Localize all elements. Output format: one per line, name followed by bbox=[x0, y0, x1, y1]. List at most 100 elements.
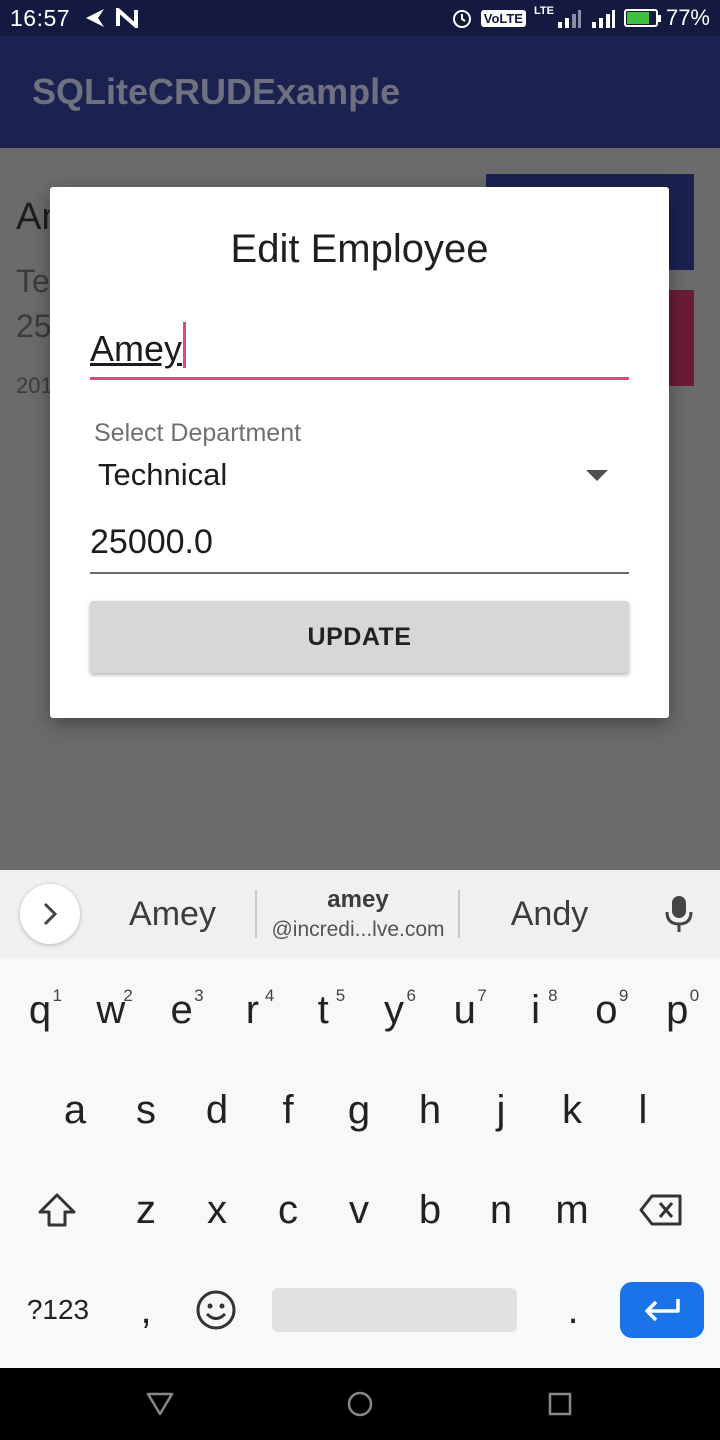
emoji-key[interactable] bbox=[186, 1270, 246, 1350]
key-j[interactable]: j bbox=[471, 1070, 531, 1150]
key-q[interactable]: q1 bbox=[10, 970, 70, 1050]
name-input-value: Amey bbox=[90, 328, 183, 369]
key-label: t bbox=[317, 987, 329, 1032]
key-number-hint: 6 bbox=[406, 986, 416, 1005]
key-a[interactable]: a bbox=[45, 1070, 105, 1150]
key-label: i bbox=[531, 987, 541, 1032]
key-label: q bbox=[28, 987, 52, 1032]
back-triangle-icon bbox=[146, 1392, 174, 1416]
status-bar: 16:57 VoLTE LTE 77% bbox=[0, 0, 720, 36]
key-x[interactable]: x bbox=[187, 1170, 247, 1250]
key-v[interactable]: v bbox=[329, 1170, 389, 1250]
enter-arrow-icon bbox=[645, 1299, 680, 1322]
key-g[interactable]: g bbox=[329, 1070, 389, 1150]
app-title: SQLiteCRUDExample bbox=[32, 71, 401, 112]
key-d[interactable]: d bbox=[187, 1070, 247, 1150]
dialog-title: Edit Employee bbox=[230, 227, 489, 271]
key-label: p bbox=[666, 987, 689, 1032]
key-e[interactable]: e3 bbox=[152, 970, 212, 1050]
keyboard-expand-button[interactable] bbox=[20, 884, 80, 944]
key-f[interactable]: f bbox=[258, 1070, 318, 1150]
key-label: r bbox=[245, 987, 260, 1032]
dropdown-arrow-icon bbox=[586, 470, 608, 481]
emoji-icon bbox=[196, 1290, 236, 1330]
key-o[interactable]: o9 bbox=[576, 970, 636, 1050]
microphone-icon[interactable] bbox=[664, 894, 694, 934]
key-number-hint: 0 bbox=[689, 986, 700, 1005]
key-label: y bbox=[384, 987, 404, 1032]
key-p[interactable]: p0 bbox=[647, 970, 707, 1050]
key-label: u bbox=[453, 987, 476, 1032]
key-label: e bbox=[170, 987, 193, 1032]
key-m[interactable]: m bbox=[542, 1170, 602, 1250]
battery-percent: 77% bbox=[665, 5, 710, 30]
key-label: o bbox=[595, 987, 618, 1032]
key-number-hint: 7 bbox=[477, 986, 487, 1005]
key-number-hint: 1 bbox=[52, 986, 62, 1005]
key-c[interactable]: c bbox=[258, 1170, 318, 1250]
key-i[interactable]: i8 bbox=[506, 970, 566, 1050]
key-b[interactable]: b bbox=[400, 1170, 460, 1250]
update-button[interactable]: UPDATE bbox=[90, 601, 629, 673]
symbols-key[interactable]: ?123 bbox=[18, 1270, 98, 1350]
signal-icon-2 bbox=[591, 10, 615, 28]
comma-key[interactable]: , bbox=[116, 1270, 176, 1350]
lte-label: LTE bbox=[533, 5, 554, 17]
backspace-key[interactable] bbox=[630, 1170, 692, 1250]
key-z[interactable]: z bbox=[116, 1170, 176, 1250]
salary-input-value: 25000.0 bbox=[90, 523, 213, 561]
status-time: 16:57 bbox=[10, 4, 71, 31]
salary-input[interactable]: 25000.0 bbox=[90, 523, 629, 574]
key-w[interactable]: w2 bbox=[81, 970, 141, 1050]
key-y[interactable]: y6 bbox=[364, 970, 424, 1050]
key-label: w bbox=[96, 987, 126, 1032]
key-h[interactable]: h bbox=[400, 1070, 460, 1150]
key-r[interactable]: r4 bbox=[222, 970, 282, 1050]
key-s[interactable]: s bbox=[116, 1070, 176, 1150]
recents-button[interactable] bbox=[544, 1388, 576, 1420]
app-bar: SQLiteCRUDExample bbox=[0, 36, 720, 148]
key-t[interactable]: t5 bbox=[293, 970, 353, 1050]
system-nav-bar bbox=[0, 1368, 720, 1440]
text-cursor bbox=[183, 322, 187, 369]
n-notification-icon bbox=[116, 8, 139, 28]
period-key[interactable]: . bbox=[543, 1270, 603, 1350]
alarm-icon bbox=[452, 10, 471, 28]
key-number-hint: 8 bbox=[548, 986, 558, 1005]
keyboard-suggestion-bar: Amey amey @incredi...lve.com Andy bbox=[0, 870, 720, 958]
suggestion-middle-sub: @incredi...lve.com bbox=[271, 918, 445, 941]
edit-employee-dialog: Edit Employee Amey Select Department Tec… bbox=[50, 187, 669, 718]
suggestion-divider bbox=[255, 890, 257, 938]
volte-badge: VoLTE bbox=[480, 9, 526, 27]
soft-keyboard: q1w2e3r4t5y6u7i8o9p0 asdfghjkl zxcvbnm ?… bbox=[0, 958, 720, 1368]
back-button[interactable] bbox=[144, 1388, 176, 1420]
suggestion-middle-main: amey bbox=[327, 886, 389, 913]
key-number-hint: 4 bbox=[264, 986, 275, 1005]
space-key[interactable] bbox=[272, 1288, 517, 1332]
enter-key[interactable] bbox=[620, 1282, 704, 1338]
recents-square-icon bbox=[548, 1392, 572, 1416]
key-k[interactable]: k bbox=[542, 1070, 602, 1150]
department-selected-value: Technical bbox=[98, 457, 228, 492]
key-number-hint: 5 bbox=[335, 986, 346, 1005]
home-button[interactable] bbox=[344, 1388, 376, 1420]
employee-name-input[interactable]: Amey bbox=[90, 320, 629, 380]
shift-key[interactable] bbox=[26, 1170, 88, 1250]
shift-icon bbox=[38, 1193, 76, 1227]
key-l[interactable]: l bbox=[613, 1070, 673, 1150]
battery-icon bbox=[623, 9, 661, 27]
home-circle-icon bbox=[347, 1391, 373, 1417]
signal-icon-1 bbox=[557, 10, 581, 28]
navigation-arrow-icon bbox=[86, 9, 105, 27]
department-spinner[interactable]: Technical bbox=[98, 457, 608, 497]
backspace-icon bbox=[639, 1194, 682, 1226]
suggestion-right[interactable]: Andy bbox=[462, 870, 637, 958]
key-u[interactable]: u7 bbox=[435, 970, 495, 1050]
suggestion-left[interactable]: Amey bbox=[90, 870, 255, 958]
department-label: Select Department bbox=[94, 419, 302, 447]
suggestion-middle[interactable]: amey @incredi...lve.com bbox=[258, 870, 458, 958]
key-number-hint: 2 bbox=[123, 986, 133, 1005]
chevron-right-icon bbox=[43, 902, 58, 926]
suggestion-divider bbox=[458, 890, 460, 938]
key-n[interactable]: n bbox=[471, 1170, 531, 1250]
